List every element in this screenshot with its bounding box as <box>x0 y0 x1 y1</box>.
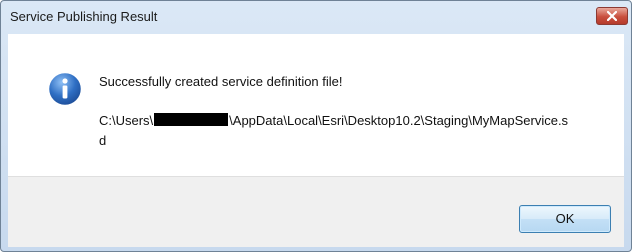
dialog-window: Service Publishing Result Successfully c… <box>0 0 632 252</box>
path-prefix: C:\Users\ <box>99 113 154 128</box>
title-bar[interactable]: Service Publishing Result <box>1 1 631 32</box>
info-icon <box>47 71 83 107</box>
close-icon <box>607 11 617 21</box>
file-path: C:\Users\ \AppData\Local\Esri\Desktop10.2… <box>99 111 569 151</box>
redacted-username <box>154 113 229 126</box>
message-area: Successfully created service definition … <box>8 34 624 176</box>
close-button[interactable] <box>596 7 628 25</box>
dialog-title: Service Publishing Result <box>10 9 158 24</box>
button-bar: OK <box>8 176 624 247</box>
success-message: Successfully created service definition … <box>99 74 343 89</box>
ok-button[interactable]: OK <box>519 205 611 233</box>
